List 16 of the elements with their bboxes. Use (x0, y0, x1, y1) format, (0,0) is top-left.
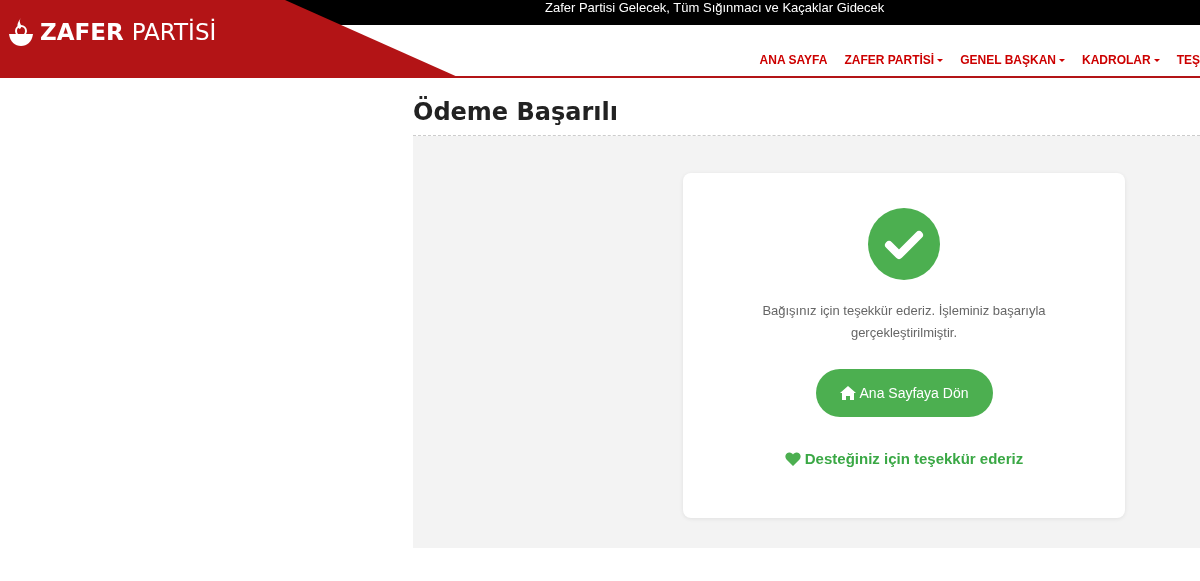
heart-icon (784, 451, 801, 466)
nav-link[interactable]: TEŞ (1176, 53, 1200, 67)
slogan-text: Zafer Partisi Gelecek, Tüm Sığınmacı ve Kaçaklar Gidecek (545, 0, 885, 15)
nav-link[interactable]: GENEL BAŞKAN (960, 53, 1065, 67)
home-icon (839, 386, 856, 400)
check-circle-icon (868, 208, 940, 280)
flame-cup-icon (8, 17, 34, 47)
nav-link[interactable]: ZAFER PARTİSİ (844, 53, 944, 67)
nav-link[interactable]: ANA SAYFA (759, 53, 828, 67)
nav-link[interactable]: KADROLAR (1082, 53, 1160, 67)
thanks-text: Desteğiniz için teşekkür ederiz (804, 450, 1024, 467)
success-message: Bağışınız için teşekkür ederiz. İşleminiz başarıyla gerçekleştirilmiştir. (761, 302, 1047, 342)
logo-link[interactable]: ZAFER PARTİSİ (8, 17, 217, 47)
caret-icon (1153, 58, 1160, 62)
caret-icon (937, 58, 944, 62)
caret-icon (1059, 58, 1065, 62)
